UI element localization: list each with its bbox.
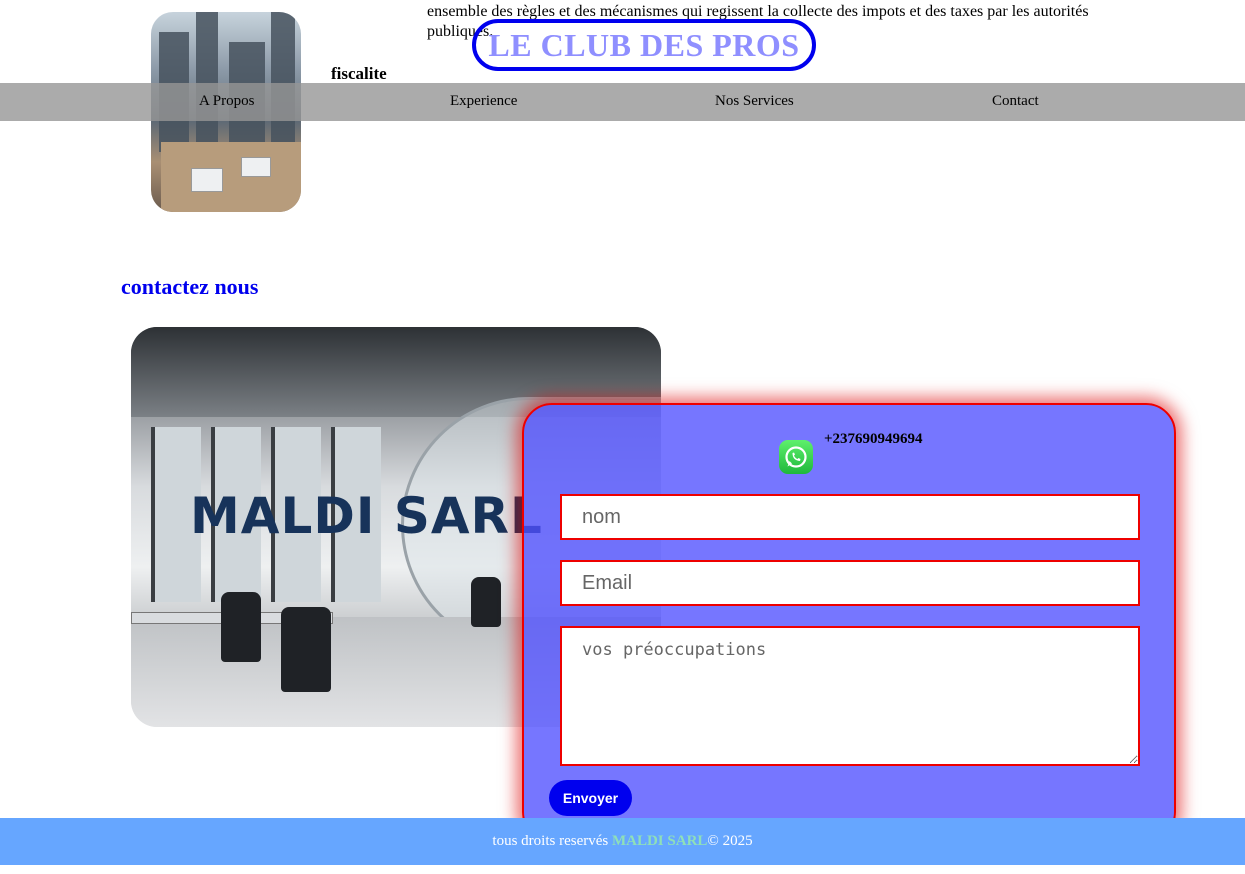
- contact-heading: contactez nous: [121, 274, 259, 299]
- nav-experience[interactable]: Experience: [450, 93, 517, 110]
- chair-shape: [281, 607, 331, 692]
- nav-nos-services[interactable]: Nos Services: [715, 93, 794, 110]
- phone-number: +237690949694: [824, 431, 923, 447]
- email-input[interactable]: [560, 560, 1140, 606]
- paper-shape: [191, 168, 223, 192]
- desk-shape: [161, 142, 301, 212]
- main-navbar: A Propos Experience Nos Services Contact: [0, 83, 1245, 121]
- topic-heading: fiscalite: [331, 64, 387, 83]
- chair-shape: [221, 592, 261, 662]
- footer-brand: MALDI SARL: [611, 833, 708, 849]
- page-footer: tous droits reservés MALDI SARL© 2025: [0, 818, 1245, 865]
- nav-a-propos[interactable]: A Propos: [199, 93, 254, 110]
- name-input[interactable]: [560, 494, 1140, 540]
- message-textarea[interactable]: [560, 626, 1140, 766]
- company-brand-overlay: MALDI SARL: [190, 487, 543, 545]
- paper-shape: [241, 157, 271, 177]
- building-shape: [196, 12, 218, 152]
- footer-copyright: © 2025: [707, 833, 753, 849]
- footer-rights-text: tous droits reservés: [492, 833, 612, 849]
- nav-contact[interactable]: Contact: [992, 93, 1039, 110]
- club-logo-title: LE CLUB DES PROS: [472, 19, 816, 71]
- chair-shape: [471, 577, 501, 627]
- whatsapp-icon[interactable]: [779, 440, 813, 474]
- send-button[interactable]: Envoyer: [549, 780, 632, 816]
- contact-form: +237690949694 Envoyer: [522, 403, 1176, 842]
- whatsapp-glyph: [785, 446, 807, 468]
- building-shape: [271, 12, 295, 152]
